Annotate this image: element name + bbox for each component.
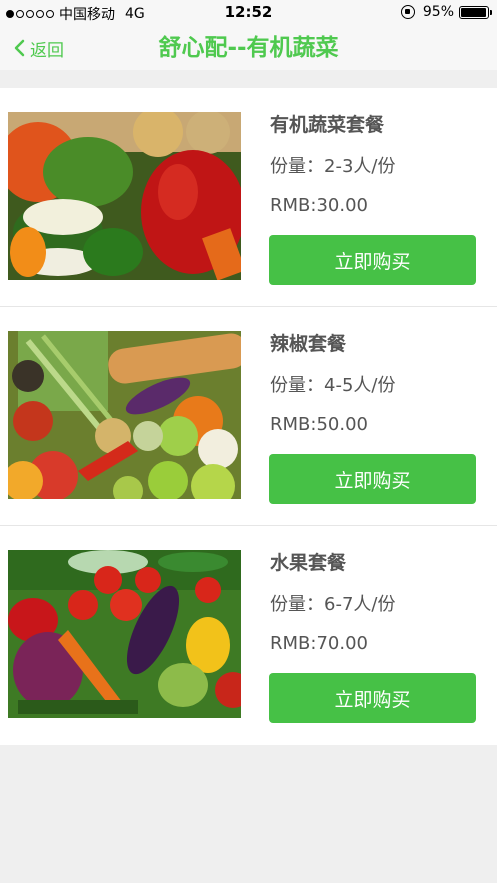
product-name: 辣椒套餐 [270,333,347,355]
list-item: 水果套餐 份量：6-7人/份 RMB:70.00 立即购买 [0,526,497,745]
nav-bar: 返回 舒心配--有机蔬菜 [0,26,497,70]
buy-now-button[interactable]: 立即购买 [269,454,476,504]
product-name: 有机蔬菜套餐 [270,114,385,136]
status-bar: 中国移动 4G 12:52 95% [0,0,497,26]
product-image [8,550,241,718]
product-price: RMB:50.00 [270,414,368,435]
product-name: 水果套餐 [270,552,347,574]
buy-now-button[interactable]: 立即购买 [269,235,476,285]
list-item: 有机蔬菜套餐 份量：2-3人/份 RMB:30.00 立即购买 [0,88,497,307]
orientation-lock-icon [400,5,415,19]
product-list: 有机蔬菜套餐 份量：2-3人/份 RMB:30.00 立即购买 辣椒套餐 份量：… [0,88,497,745]
list-item: 辣椒套餐 份量：4-5人/份 RMB:50.00 立即购买 [0,307,497,526]
battery-icon [459,5,492,19]
battery-percent: 95% [422,4,454,20]
product-price: RMB:30.00 [270,195,368,216]
buy-now-button[interactable]: 立即购买 [269,673,476,723]
product-price: RMB:70.00 [270,633,368,654]
product-image [8,331,241,499]
product-image [8,112,241,280]
product-portion: 份量：6-7人/份 [270,594,396,615]
product-portion: 份量：2-3人/份 [270,156,396,177]
page-title: 舒心配--有机蔬菜 [158,35,339,61]
product-portion: 份量：4-5人/份 [270,375,396,396]
